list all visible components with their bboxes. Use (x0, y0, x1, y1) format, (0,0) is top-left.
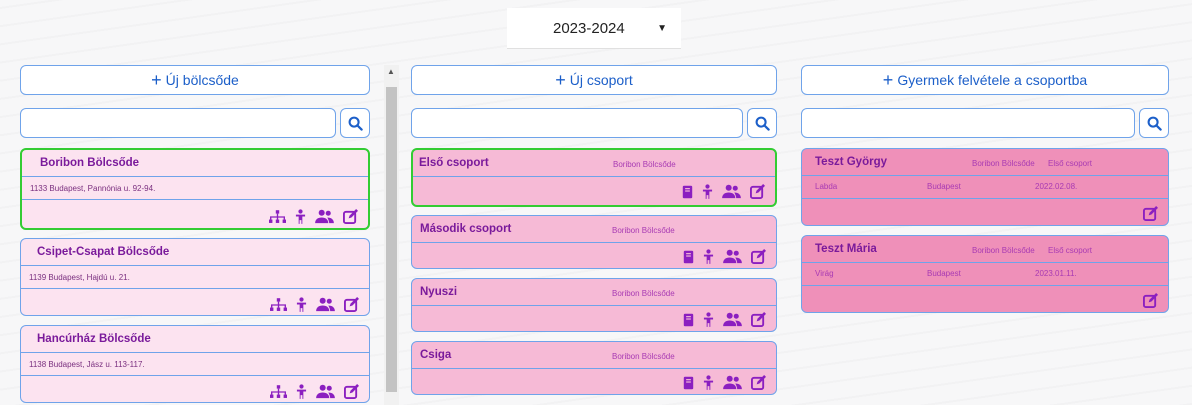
group-column: + Új csoport (411, 65, 777, 138)
group-nursery: Boribon Bölcsőde (612, 289, 675, 298)
child-search-input[interactable] (801, 108, 1135, 138)
child-icon[interactable] (703, 249, 714, 264)
nursery-card[interactable]: Boribon Bölcsőde 1133 Budapest, Pannónia… (20, 148, 370, 230)
child-name: Teszt György (815, 156, 887, 168)
nursery-address: 1138 Budapest, Jász u. 113-117. (29, 360, 145, 369)
book-icon[interactable] (683, 376, 694, 390)
child-city: Budapest (927, 182, 961, 191)
scroll-up-icon[interactable]: ▲ (387, 67, 395, 76)
group-name: Második csoport (420, 223, 512, 235)
users-icon[interactable] (723, 249, 742, 264)
edit-icon[interactable] (750, 184, 765, 199)
edit-icon[interactable] (751, 249, 766, 264)
child-nursery: Boribon Bölcsőde (972, 246, 1035, 255)
search-icon (348, 116, 363, 131)
book-icon[interactable] (682, 185, 693, 199)
nursery-card[interactable]: Csipet-Csapat Bölcsőde 1139 Budapest, Ha… (20, 238, 370, 316)
group-nursery: Boribon Bölcsőde (612, 352, 675, 361)
child-card[interactable]: Teszt György Boribon Bölcsőde Első csoport… (801, 148, 1169, 226)
child-group: Első csoport (1048, 159, 1093, 168)
nursery-name: Hancúrház Bölcsőde (37, 333, 151, 345)
nursery-search-button[interactable] (340, 108, 370, 138)
child-sign: Labda (815, 182, 838, 191)
book-icon[interactable] (683, 313, 694, 327)
edit-icon[interactable] (344, 384, 359, 399)
sitemap-icon[interactable] (269, 210, 286, 224)
scrollbar-thumb[interactable] (386, 87, 397, 392)
add-child-button[interactable]: + Gyermek felvétele a csoportba (801, 65, 1169, 95)
nursery-search-input[interactable] (20, 108, 336, 138)
child-icon[interactable] (295, 209, 306, 224)
edit-icon[interactable] (344, 297, 359, 312)
nursery-name: Csipet-Csapat Bölcsőde (37, 246, 170, 258)
group-nursery: Boribon Bölcsőde (612, 226, 675, 235)
nursery-search-row (20, 108, 370, 138)
edit-icon[interactable] (751, 312, 766, 327)
child-date: 2023.01.11. (1035, 269, 1077, 278)
child-icon[interactable] (703, 312, 714, 327)
child-name: Teszt Mária (815, 243, 877, 255)
add-child-label: Gyermek felvétele a csoportba (897, 72, 1088, 88)
child-icon[interactable] (296, 384, 307, 399)
nursery-address: 1139 Budapest, Hajdú u. 21. (29, 273, 130, 282)
nursery-name: Boribon Bölcsőde (40, 157, 140, 169)
users-icon[interactable] (316, 297, 335, 312)
group-card[interactable]: Nyuszi Boribon Bölcsőde (411, 278, 777, 332)
plus-icon: + (555, 70, 566, 90)
add-nursery-button[interactable]: + Új bölcsőde (20, 65, 370, 95)
add-group-button[interactable]: + Új csoport (411, 65, 777, 95)
group-search-input[interactable] (411, 108, 743, 138)
users-icon[interactable] (316, 384, 335, 399)
child-icon[interactable] (296, 297, 307, 312)
group-search-button[interactable] (747, 108, 777, 138)
group-search-row (411, 108, 777, 138)
nursery-address: 1133 Budapest, Pannónia u. 92-94. (30, 184, 156, 193)
group-card[interactable]: Második csoport Boribon Bölcsőde (411, 215, 777, 269)
edit-icon[interactable] (751, 375, 766, 390)
group-name: Csiga (420, 349, 452, 361)
users-icon[interactable] (723, 312, 742, 327)
nursery-card[interactable]: Hancúrház Bölcsőde 1138 Budapest, Jász u… (20, 325, 370, 403)
caret-down-icon: ▼ (657, 23, 667, 34)
add-nursery-label: Új bölcsőde (165, 72, 239, 88)
year-select-value: 2023-2024 (553, 20, 625, 37)
plus-icon: + (882, 70, 894, 90)
child-date: 2022.02.08. (1035, 182, 1078, 191)
group-card[interactable]: Csiga Boribon Bölcsőde (411, 341, 777, 395)
users-icon[interactable] (723, 375, 742, 390)
group-name: Első csoport (419, 157, 489, 169)
edit-icon[interactable] (343, 209, 358, 224)
search-icon (1147, 116, 1162, 131)
users-icon[interactable] (315, 209, 334, 224)
plus-icon: + (151, 70, 162, 90)
children-column: + Gyermek felvétele a csoportba (801, 65, 1169, 138)
child-search-button[interactable] (1139, 108, 1169, 138)
nursery-scrollbar[interactable]: ▲ (384, 65, 399, 405)
group-name: Nyuszi (420, 286, 458, 298)
child-group: Első csoport (1048, 246, 1093, 255)
group-nursery: Boribon Bölcsőde (613, 160, 676, 169)
child-icon[interactable] (703, 375, 714, 390)
add-group-label: Új csoport (569, 72, 633, 88)
child-city: Budapest (927, 269, 961, 278)
nursery-column: + Új bölcsőde (20, 65, 370, 138)
year-select[interactable]: 2023-2024 ▼ (507, 8, 681, 49)
edit-icon[interactable] (1143, 293, 1158, 308)
child-search-row (801, 108, 1169, 138)
child-nursery: Boribon Bölcsőde (972, 159, 1035, 168)
users-icon[interactable] (722, 184, 741, 199)
book-icon[interactable] (683, 250, 694, 264)
child-icon[interactable] (702, 184, 713, 199)
sitemap-icon[interactable] (270, 298, 287, 312)
sitemap-icon[interactable] (270, 385, 287, 399)
search-icon (755, 116, 770, 131)
edit-icon[interactable] (1143, 206, 1158, 221)
group-card[interactable]: Első csoport Boribon Bölcsőde (411, 148, 777, 207)
child-card[interactable]: Teszt Mária Boribon Bölcsőde Első csoport … (801, 235, 1169, 313)
child-sign: Virág (815, 269, 834, 278)
